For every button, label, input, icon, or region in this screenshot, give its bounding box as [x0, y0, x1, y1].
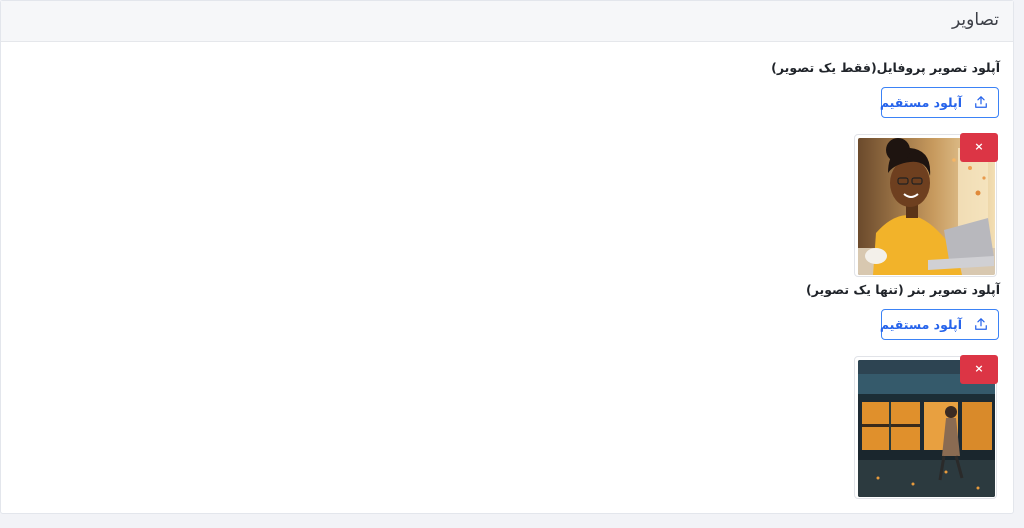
profile-direct-upload-button[interactable]: آپلود مستقیم: [879, 87, 999, 118]
panel-header: تصاویر: [1, 1, 1013, 42]
profile-image-preview: ×: [854, 133, 998, 277]
banner-remove-button[interactable]: ×: [960, 355, 998, 384]
panel-title: تصاویر: [952, 10, 999, 30]
images-panel: تصاویر آپلود تصویر پروفایل(فقط یک تصویر)…: [0, 0, 1014, 514]
profile-upload-label: آپلود تصویر پروفایل(فقط یک تصویر): [771, 60, 1000, 75]
profile-remove-button[interactable]: ×: [960, 133, 998, 162]
profile-upload-button-label: آپلود مستقیم: [879, 95, 962, 110]
banner-image-preview: ×: [854, 355, 998, 499]
banner-upload-label: آپلود تصویر بنر (تنها یک تصویر): [806, 282, 1000, 297]
upload-icon: [975, 96, 987, 108]
banner-upload-button-label: آپلود مستقیم: [879, 317, 962, 332]
banner-direct-upload-button[interactable]: آپلود مستقیم: [879, 309, 999, 340]
upload-icon: [975, 318, 987, 330]
